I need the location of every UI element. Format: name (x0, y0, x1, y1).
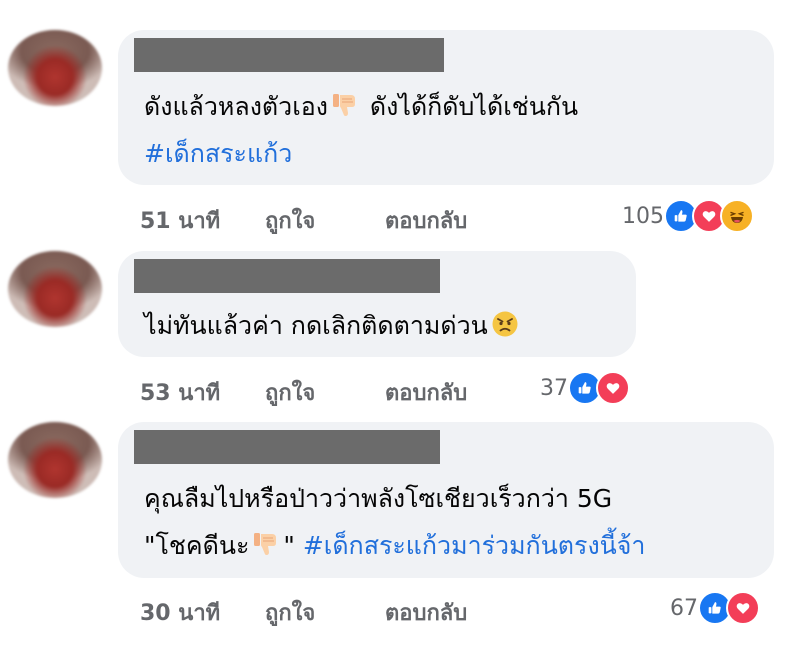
comment-bubble: ดังแล้วหลงตัวเอง ดังได้ก็ดับได้เช่นกัน #… (118, 30, 774, 185)
comment-text-line: ไม่ทันแล้วค่า กดเลิกติดตามด่วน (144, 309, 522, 343)
reaction-summary[interactable]: 37 (540, 371, 630, 405)
reaction-count: 67 (670, 595, 698, 621)
thumbs-down-icon (252, 530, 280, 558)
reply-link[interactable]: ตอบกลับ (385, 203, 467, 238)
like-link[interactable]: ถูกใจ (265, 375, 315, 410)
redacted-author-name[interactable] (134, 259, 440, 293)
comment-bubble: คุณลืมไปหรือป่าวว่าพลังโซเชียวเร็วกว่า 5… (118, 422, 774, 578)
comment-text-line: คุณลืมไปหรือป่าวว่าพลังโซเชียวเร็วกว่า 5… (144, 484, 613, 513)
reply-link[interactable]: ตอบกลับ (385, 375, 467, 410)
comment-text-line: "โชคดีนะ " #เด็กสระแก้วมาร่วมกันตรงนี้จ้า (144, 530, 646, 560)
thumbs-down-icon (331, 91, 359, 119)
avatar[interactable] (8, 251, 102, 327)
hashtag-link[interactable]: #เด็กสระแก้ว (144, 137, 292, 171)
like-link[interactable]: ถูกใจ (265, 595, 315, 630)
reaction-count: 105 (622, 203, 664, 229)
love-icon (596, 371, 630, 405)
timestamp[interactable]: 53 นาที (140, 375, 220, 410)
comment-text-line: ดังแล้วหลงตัวเอง ดังได้ก็ดับได้เช่นกัน (144, 91, 579, 121)
redacted-author-name[interactable] (134, 430, 440, 464)
hashtag-link[interactable]: #เด็กสระแก้วมาร่วมกันตรงนี้จ้า (303, 531, 646, 560)
timestamp[interactable]: 30 นาที (140, 595, 220, 630)
reaction-summary[interactable]: 67 (670, 591, 760, 625)
love-icon (726, 591, 760, 625)
haha-icon (720, 199, 754, 233)
reaction-summary[interactable]: 105 (622, 199, 754, 233)
comment-bubble: ไม่ทันแล้วค่า กดเลิกติดตามด่วน (118, 251, 636, 357)
avatar[interactable] (8, 422, 102, 498)
timestamp[interactable]: 51 นาที (140, 203, 220, 238)
reply-link[interactable]: ตอบกลับ (385, 595, 467, 630)
angry-face-icon (491, 310, 519, 338)
reaction-count: 37 (540, 375, 568, 401)
avatar[interactable] (8, 30, 102, 106)
redacted-author-name[interactable] (134, 38, 444, 72)
like-link[interactable]: ถูกใจ (265, 203, 315, 238)
